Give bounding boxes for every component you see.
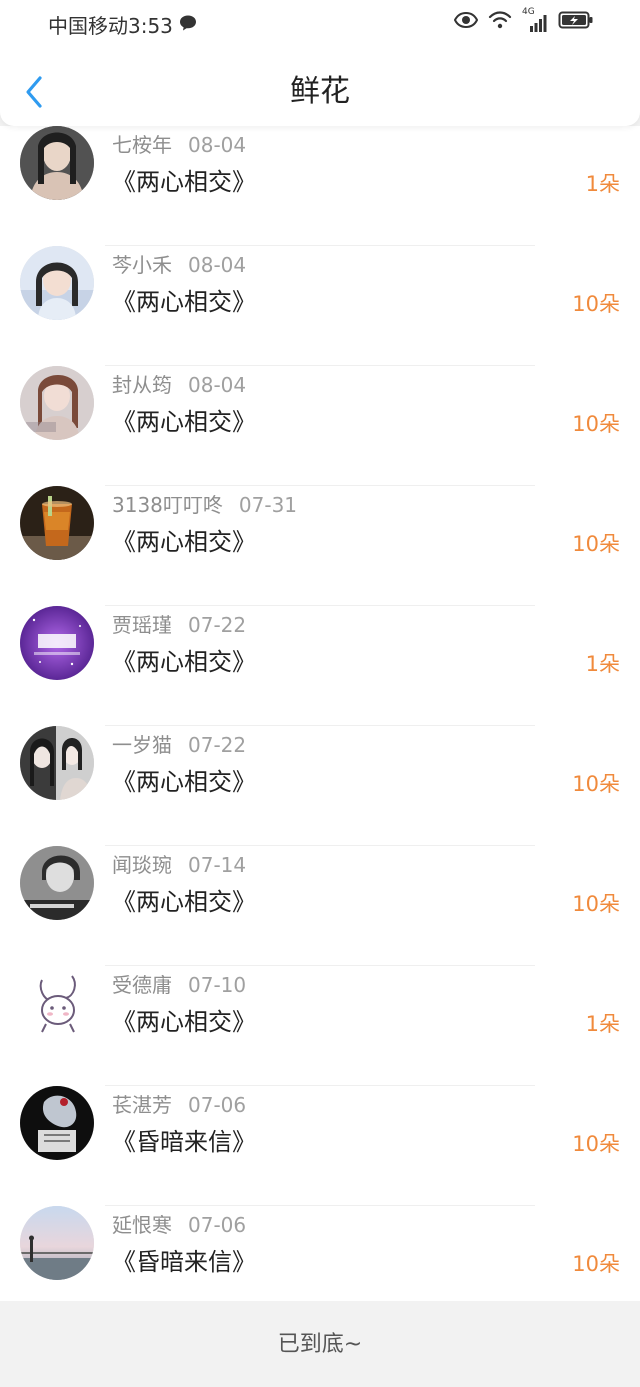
send-date: 07-06 [188,1093,247,1117]
avatar[interactable] [20,246,94,320]
book-title: 《两心相交》 [112,168,256,196]
book-title: 《昏暗来信》 [112,1248,256,1276]
flower-count: 10朵 [572,292,620,316]
book-title: 《两心相交》 [112,528,256,556]
status-left: 中国移动3:53 [48,10,197,39]
page-title: 鲜花 [290,74,350,109]
list-item[interactable]: 芩小禾 08-04 《两心相交》 10朵 [0,246,640,366]
avatar[interactable] [20,966,94,1040]
sender-name: 苌湛芳 [112,1093,172,1117]
signal-icon: 4G [522,7,548,33]
flower-count: 10朵 [572,772,620,796]
book-title: 《两心相交》 [112,888,256,916]
send-date: 07-10 [188,973,247,997]
avatar[interactable] [20,846,94,920]
send-date: 08-04 [188,133,247,157]
message-icon [179,13,197,37]
flower-count: 10朵 [572,412,620,436]
avatar[interactable] [20,606,94,680]
name-date: 延恨寒 07-06 [112,1212,246,1238]
flower-count: 1朵 [585,172,620,196]
list-item[interactable]: 贾瑶瑾 07-22 《两心相交》 1朵 [0,606,640,726]
send-date: 07-14 [188,853,247,877]
avatar[interactable] [20,1206,94,1280]
list-item[interactable]: 受德庸 07-10 《两心相交》 1朵 [0,966,640,1086]
name-date: 贾瑶瑾 07-22 [112,612,246,638]
sender-name: 封从筠 [112,373,172,397]
status-right: 4G [453,7,594,34]
list-item[interactable]: 3138叮叮咚 07-31 《两心相交》 10朵 [0,486,640,606]
avatar[interactable] [20,366,94,440]
book-title: 《两心相交》 [112,408,256,436]
send-date: 07-31 [238,493,298,517]
flower-count: 1朵 [585,652,620,676]
list-footer: 已到底~ [0,1301,640,1387]
avatar[interactable] [20,486,94,560]
list-item[interactable]: 延恨寒 07-06 《昏暗来信》 10朵 [0,1206,640,1301]
send-date: 08-04 [188,373,247,397]
name-date: 3138叮叮咚 07-31 [112,492,297,518]
sender-name: 芩小禾 [112,253,172,277]
name-date: 苌湛芳 07-06 [112,1092,246,1118]
flower-count: 10朵 [572,892,620,916]
avatar[interactable] [20,1086,94,1160]
sender-name: 受德庸 [112,973,172,997]
name-date: 受德庸 07-10 [112,972,246,998]
sender-name: 一岁猫 [112,733,172,757]
book-title: 《昏暗来信》 [112,1128,256,1156]
wifi-icon [488,10,512,34]
book-title: 《两心相交》 [112,1008,256,1036]
avatar[interactable] [20,726,94,800]
nav-bar: 鲜花 [0,56,640,126]
name-date: 一岁猫 07-22 [112,732,246,758]
sender-name: 闻琰琬 [112,853,172,877]
sender-name: 延恨寒 [112,1213,172,1237]
name-date: 闻琰琬 07-14 [112,852,246,878]
send-date: 08-04 [188,253,247,277]
flower-count: 10朵 [572,532,620,556]
end-of-list-text: 已到底~ [277,1332,363,1357]
eye-icon [453,11,479,32]
name-date: 七桉年 08-04 [112,132,246,158]
book-title: 《两心相交》 [112,288,256,316]
list-item[interactable]: 一岁猫 07-22 《两心相交》 10朵 [0,726,640,846]
list-item[interactable]: 封从筠 08-04 《两心相交》 10朵 [0,366,640,486]
name-date: 封从筠 08-04 [112,372,246,398]
flowers-page: 中国移动3:53 4G 鲜花 七桉年 08-04 《两心相交》 1朵 芩小禾 0… [0,0,640,1387]
name-date: 芩小禾 08-04 [112,252,246,278]
send-date: 07-06 [188,1213,247,1237]
avatar[interactable] [20,126,94,200]
flower-list: 七桉年 08-04 《两心相交》 1朵 芩小禾 08-04 《两心相交》 10朵… [0,126,640,1301]
sender-name: 贾瑶瑾 [112,613,172,637]
flower-count: 10朵 [572,1252,620,1276]
list-item[interactable]: 闻琰琬 07-14 《两心相交》 10朵 [0,846,640,966]
carrier-time: 中国移动3:53 [48,14,173,38]
flower-count: 10朵 [572,1132,620,1156]
sender-name: 七桉年 [112,133,172,157]
book-title: 《两心相交》 [112,768,256,796]
list-item[interactable]: 七桉年 08-04 《两心相交》 1朵 [0,126,640,246]
list-item[interactable]: 苌湛芳 07-06 《昏暗来信》 10朵 [0,1086,640,1206]
battery-icon [558,10,594,34]
book-title: 《两心相交》 [112,648,256,676]
status-bar: 中国移动3:53 4G [0,0,640,44]
top-bar: 中国移动3:53 4G 鲜花 [0,0,640,126]
flower-count: 1朵 [585,1012,620,1036]
send-date: 07-22 [188,613,247,637]
send-date: 07-22 [188,733,247,757]
sender-name: 3138叮叮咚 [112,493,223,517]
